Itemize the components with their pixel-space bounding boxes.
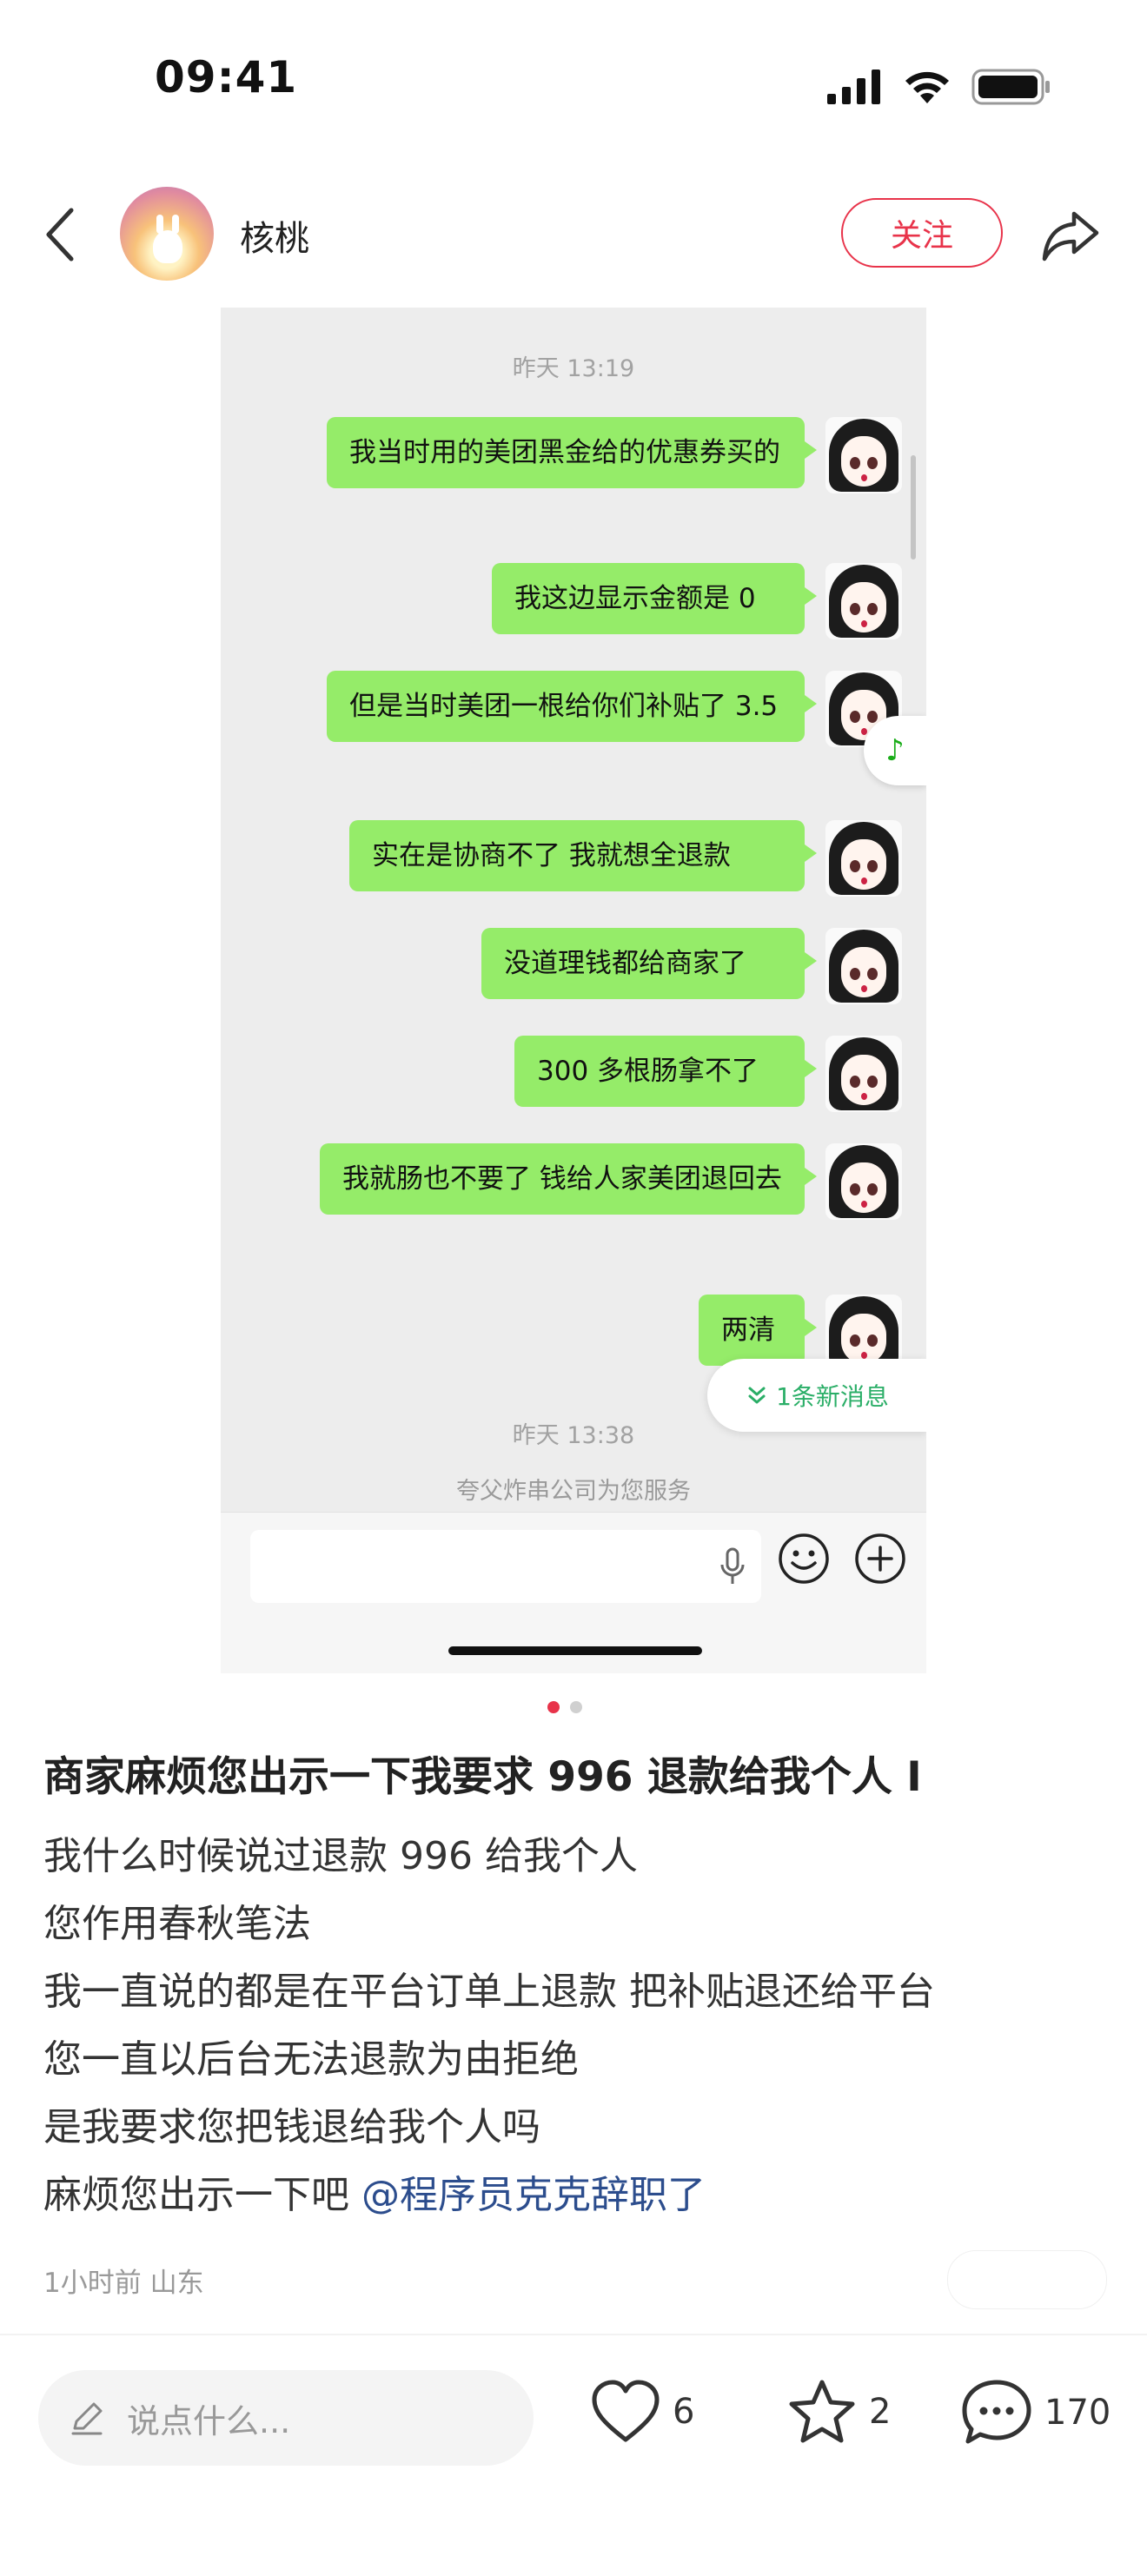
like-count: 6 [673, 2392, 695, 2432]
comment-input[interactable]: 说点什么... [38, 2370, 534, 2466]
post-header: 核桃 关注 [0, 174, 1147, 295]
image-pager [547, 1701, 582, 1713]
chat-avatar [825, 563, 902, 639]
status-icons [827, 65, 1051, 109]
battery-icon [971, 69, 1050, 105]
star-icon [789, 2380, 855, 2443]
status-time: 09:41 [155, 52, 298, 103]
new-message-label: 1条新消息 [776, 1382, 889, 1411]
comment-button[interactable]: 170 [961, 2379, 1111, 2447]
signal-icon [827, 70, 880, 104]
post-line-text: 麻烦您出示一下吧 [43, 2173, 361, 2217]
double-chevron-down-icon [748, 1387, 766, 1404]
post-meta: 1小时前 山东 [43, 2268, 204, 2299]
emoji-icon [779, 1533, 829, 1584]
status-bar: 09:41 [0, 0, 1147, 165]
chat-scrollbar [911, 455, 916, 560]
chat-screenshot-image[interactable]: 昨天 13:19 我当时用的美团黑金给的优惠券买的 我这边显示金额是 0 但是当… [221, 308, 926, 1673]
chat-avatar [825, 820, 902, 897]
chat-text-input [250, 1530, 761, 1603]
chat-timestamp: 昨天 13:38 [512, 1422, 635, 1449]
heart-icon [592, 2380, 660, 2442]
chat-bubble: 我就肠也不要了 钱给人家美团退回去 [320, 1143, 817, 1215]
post-body: 我什么时候说过退款 996 给我个人 您作用春秋笔法 我一直说的都是在平台订单上… [43, 1823, 1104, 2229]
chat-bubble: 没道理钱都给商家了 [481, 928, 817, 999]
chat-avatar [825, 1036, 902, 1112]
chat-bubble: 我这边显示金额是 0 [492, 563, 817, 634]
pager-dot-active[interactable] [547, 1701, 560, 1713]
pager-dot[interactable] [570, 1701, 582, 1713]
bottom-action-bar: 说点什么... 6 2 170 [0, 2335, 1147, 2576]
chat-service-text: 夸父炸串公司为您服务 [456, 1478, 691, 1505]
author-avatar[interactable] [120, 187, 214, 281]
home-indicator [448, 1646, 702, 1655]
post-line: 您作用春秋笔法 [43, 1902, 311, 1946]
collect-button[interactable]: 2 [787, 2379, 891, 2445]
chat-bubble: 实在是协商不了 我就想全退款 [349, 820, 817, 891]
pencil-icon [71, 2402, 103, 2435]
post-line-last: 麻烦您出示一下吧 @程序员克克辞职了 [43, 2162, 1104, 2229]
post-line: 我什么时候说过退款 996 给我个人 [43, 1834, 638, 1878]
chat-bubble-icon [962, 2380, 1031, 2444]
comment-count: 170 [1044, 2393, 1111, 2433]
chat-avatar [825, 1143, 902, 1220]
chat-avatar [825, 928, 902, 1004]
star-count: 2 [869, 2392, 892, 2432]
post-line: 您一直以后台无法退款为由拒绝 [43, 2037, 579, 2082]
plus-icon [855, 1533, 905, 1584]
post-title: 商家麻烦您出示一下我要求 996 退款给我个人 I [43, 1753, 922, 1801]
faded-pill [947, 2250, 1107, 2309]
follow-button[interactable]: 关注 [841, 198, 1003, 268]
comment-placeholder: 说点什么... [127, 2401, 291, 2440]
wifi-icon [905, 71, 949, 103]
microphone-icon [720, 1547, 745, 1584]
chat-bubble: 我当时用的美团黑金给的优惠券买的 [327, 417, 817, 488]
author-name[interactable]: 核桃 [240, 210, 309, 261]
user-mention-link[interactable]: @程序员克克辞职了 [361, 2173, 706, 2217]
post-line: 是我要求您把钱退给我个人吗 [43, 2105, 540, 2149]
chat-avatar [825, 417, 902, 493]
post-line: 我一直说的都是在平台订单上退款 把补贴退还给平台 [43, 1970, 935, 2014]
chat-input-bar [221, 1512, 926, 1673]
share-icon[interactable] [1039, 205, 1102, 264]
back-icon[interactable] [35, 200, 87, 269]
chat-bubble: 两清 [699, 1295, 817, 1366]
chat-bubble: 300 多根肠拿不了 [514, 1036, 817, 1107]
music-note-icon: ♪ [864, 716, 926, 785]
chat-timestamp: 昨天 13:19 [512, 355, 635, 382]
like-button[interactable]: 6 [591, 2379, 694, 2445]
chat-bubble: 但是当时美团一根给你们补贴了 3.5 [327, 671, 817, 742]
